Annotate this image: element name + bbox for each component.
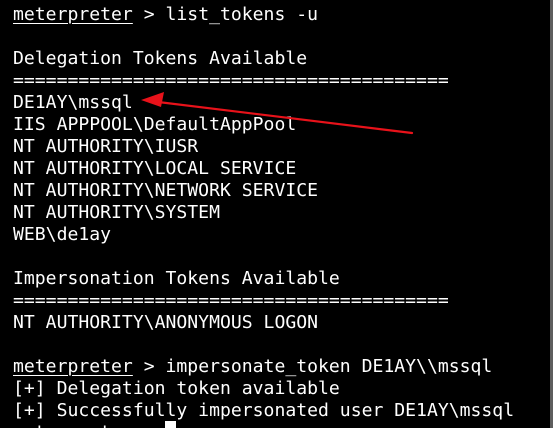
token-entry: NT AUTHORITY\LOCAL SERVICE bbox=[13, 158, 297, 179]
command-text: > bbox=[133, 422, 166, 428]
token-entry: NT AUTHORITY\NETWORK SERVICE bbox=[13, 180, 319, 201]
token-entry: NT AUTHORITY\IUSR bbox=[13, 136, 199, 157]
output-line: [+] Successfully impersonated user DE1AY… bbox=[13, 400, 515, 421]
command-line-list-tokens: meterpreter > list_tokens -u bbox=[13, 4, 318, 26]
separator-line: ======================================== bbox=[13, 290, 449, 311]
terminal-cursor bbox=[165, 421, 176, 428]
meterpreter-prompt: meterpreter bbox=[13, 4, 133, 25]
impersonation-tokens-heading: Impersonation Tokens Available bbox=[13, 268, 340, 289]
output-line: [+] Delegation token available bbox=[13, 378, 340, 399]
token-entry: NT AUTHORITY\SYSTEM bbox=[13, 202, 220, 223]
separator-line: ======================================== bbox=[13, 70, 449, 91]
meterpreter-prompt: meterpreter bbox=[13, 356, 133, 377]
token-entry: WEB\de1ay bbox=[13, 224, 112, 245]
meterpreter-prompt: meterpreter bbox=[13, 422, 133, 428]
command-line-impersonate-token: meterpreter > impersonate_token DE1AY\\m… bbox=[13, 356, 492, 378]
token-entry: NT AUTHORITY\ANONYMOUS LOGON bbox=[13, 312, 319, 333]
token-entry: IIS APPPOOL\DefaultAppPool bbox=[13, 114, 297, 135]
command-text: > list_tokens -u bbox=[132, 4, 319, 25]
terminal-window[interactable]: meterpreter > list_tokens -u Delegation … bbox=[0, 0, 553, 428]
token-entry: DE1AY\mssql bbox=[13, 92, 133, 113]
command-text: > impersonate_token DE1AY\\mssql bbox=[132, 356, 493, 377]
command-line-current[interactable]: meterpreter > bbox=[13, 422, 166, 428]
delegation-tokens-heading: Delegation Tokens Available bbox=[13, 48, 308, 69]
